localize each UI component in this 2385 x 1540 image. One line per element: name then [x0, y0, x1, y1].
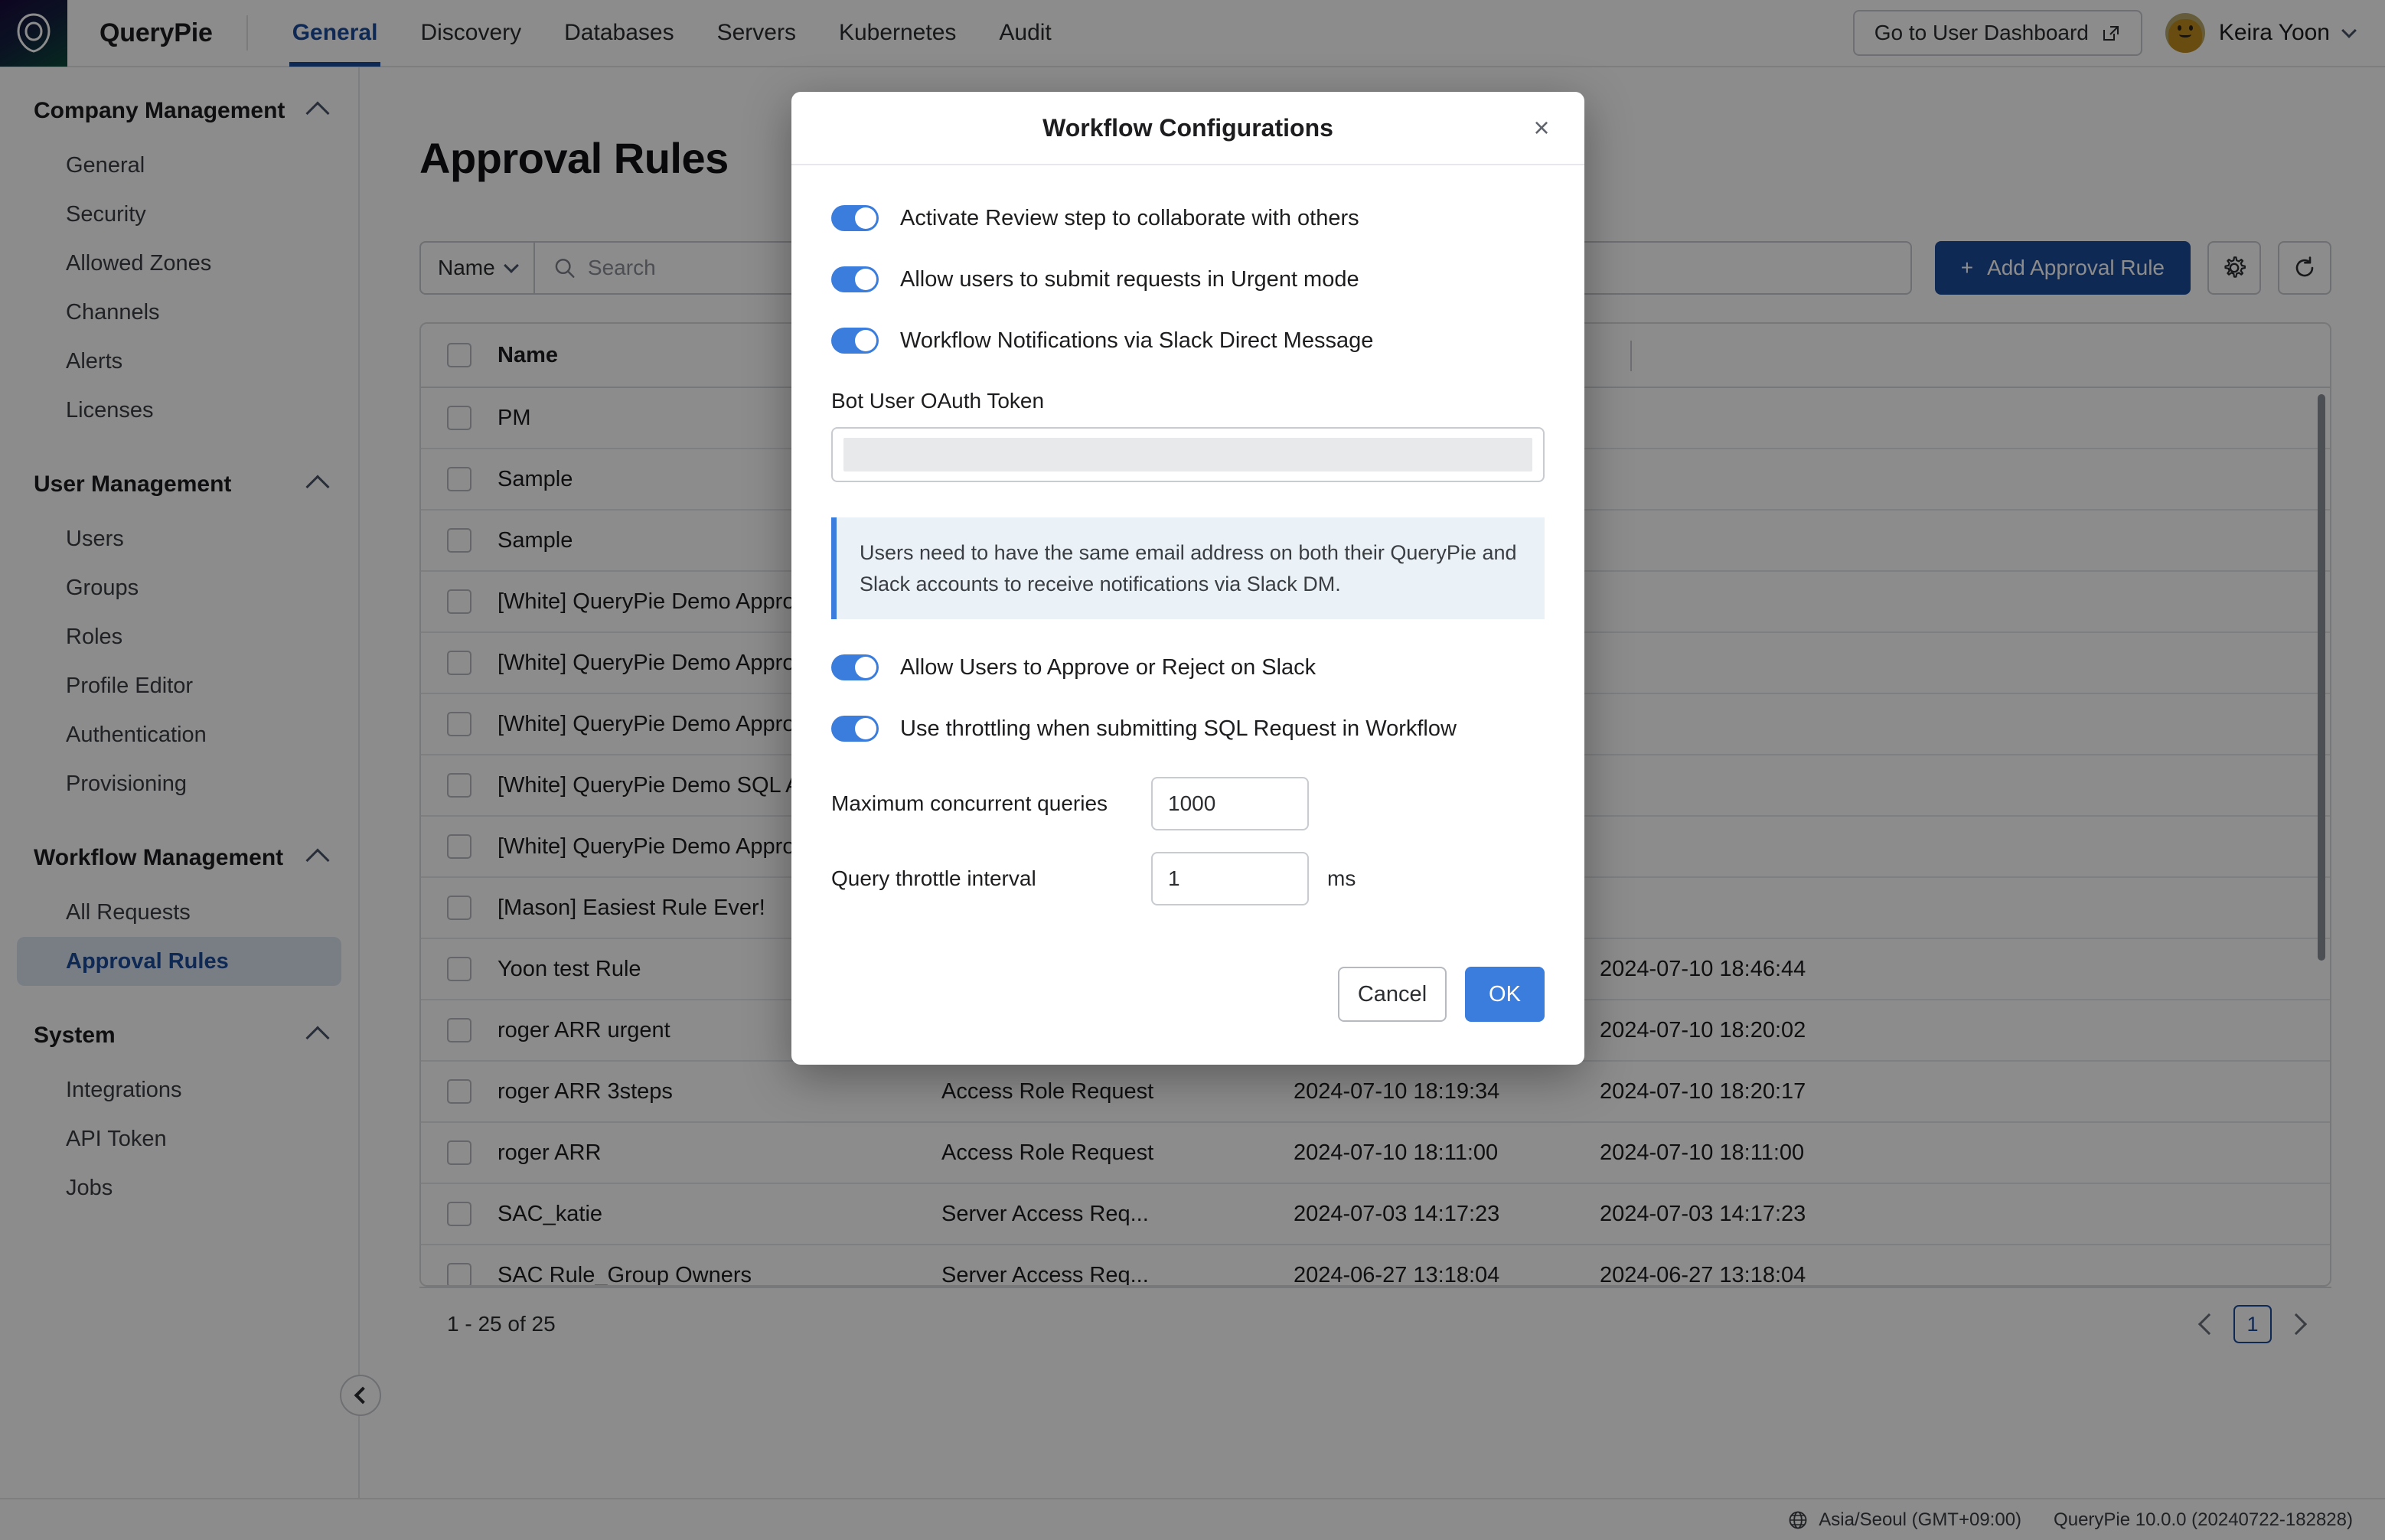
- max-concurrent-queries-row: Maximum concurrent queries: [831, 777, 1545, 830]
- dialog-header: Workflow Configurations ×: [791, 92, 1584, 165]
- activate-review-step-toggle[interactable]: [831, 205, 879, 231]
- sql-throttling-toggle[interactable]: [831, 716, 879, 742]
- dialog-title: Workflow Configurations: [1042, 113, 1333, 142]
- workflow-configurations-dialog: Workflow Configurations × Activate Revie…: [791, 92, 1584, 1065]
- setting-urgent-mode: Allow users to submit requests in Urgent…: [831, 266, 1545, 292]
- slack-dm-notifications-toggle[interactable]: [831, 328, 879, 354]
- dialog-body: Activate Review step to collaborate with…: [791, 165, 1584, 948]
- query-throttle-interval-row: Query throttle interval ms: [831, 852, 1545, 905]
- bot-user-oauth-token-label: Bot User OAuth Token: [831, 389, 1045, 413]
- setting-activate-review-step: Activate Review step to collaborate with…: [831, 205, 1545, 231]
- approve-reject-on-slack-label: Allow Users to Approve or Reject on Slac…: [900, 654, 1316, 680]
- dialog-footer: Cancel OK: [791, 948, 1584, 1065]
- cancel-button[interactable]: Cancel: [1338, 967, 1447, 1022]
- max-concurrent-queries-input[interactable]: [1151, 777, 1309, 830]
- ok-button[interactable]: OK: [1465, 967, 1545, 1022]
- sql-throttling-label: Use throttling when submitting SQL Reque…: [900, 716, 1457, 741]
- close-icon[interactable]: ×: [1526, 113, 1557, 143]
- app-root: QueryPie General Discovery Databases Ser…: [0, 0, 2385, 1540]
- activate-review-step-label: Activate Review step to collaborate with…: [900, 205, 1359, 230]
- bot-user-oauth-token-value: [843, 438, 1532, 471]
- setting-sql-throttling: Use throttling when submitting SQL Reque…: [831, 716, 1545, 742]
- urgent-mode-toggle[interactable]: [831, 266, 879, 292]
- slack-email-info-banner: Users need to have the same email addres…: [831, 517, 1545, 619]
- approve-reject-on-slack-toggle[interactable]: [831, 654, 879, 680]
- slack-dm-notifications-label: Workflow Notifications via Slack Direct …: [900, 328, 1374, 353]
- bot-user-oauth-token-field[interactable]: [831, 427, 1545, 482]
- setting-slack-dm-notifications: Workflow Notifications via Slack Direct …: [831, 328, 1545, 354]
- query-throttle-unit-label: ms: [1327, 866, 1356, 890]
- query-throttle-interval-input[interactable]: [1151, 852, 1309, 905]
- max-concurrent-queries-label: Maximum concurrent queries: [831, 791, 1108, 815]
- setting-approve-reject-on-slack: Allow Users to Approve or Reject on Slac…: [831, 654, 1545, 680]
- query-throttle-interval-label: Query throttle interval: [831, 866, 1036, 890]
- urgent-mode-label: Allow users to submit requests in Urgent…: [900, 266, 1359, 292]
